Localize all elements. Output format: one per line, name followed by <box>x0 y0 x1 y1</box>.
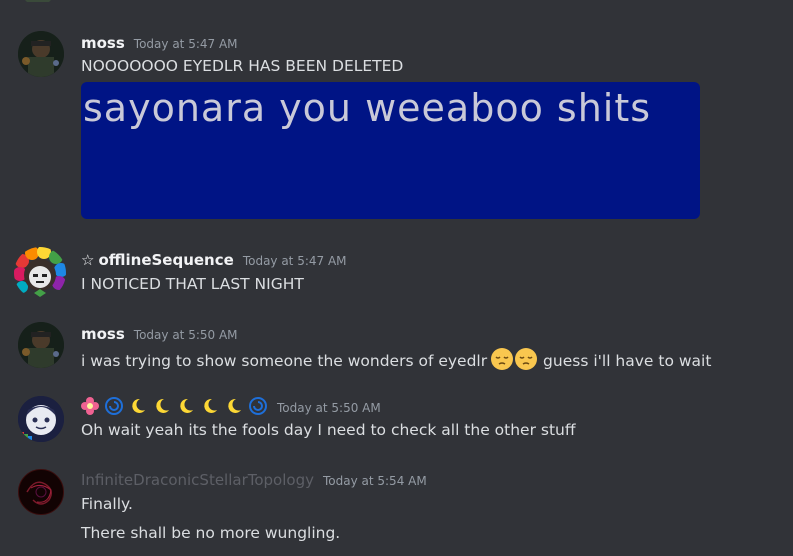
crescent-moon-icon <box>201 397 219 419</box>
previous-message-fragment <box>81 0 793 6</box>
message-text-before: i was trying to show someone the wonders… <box>81 352 488 370</box>
username[interactable]: ☆ offlineSequence <box>81 251 234 269</box>
pensive-face-icon[interactable] <box>514 347 538 375</box>
username[interactable]: moss <box>81 325 125 343</box>
image-embed[interactable]: sayonara you weeaboo shits <box>81 82 700 219</box>
crescent-moon-icon <box>153 397 171 419</box>
username[interactable] <box>81 397 273 419</box>
timestamp[interactable]: Today at 5:50 AM <box>134 328 238 342</box>
message-text: Finally. <box>81 495 133 513</box>
timestamp[interactable]: Today at 5:54 AM <box>323 474 427 488</box>
pensive-face-icon[interactable] <box>490 347 514 375</box>
crescent-moon-icon <box>225 397 243 419</box>
crescent-moon-icon <box>129 397 147 419</box>
message-text: There shall be no more wungling. <box>81 524 341 542</box>
spiral-icon <box>249 397 267 419</box>
avatar[interactable] <box>18 31 64 77</box>
star-outline-icon: ☆ <box>81 251 95 269</box>
message-text: NOOOOOOO EYEDLR HAS BEEN DELETED <box>81 57 404 75</box>
username-text: offlineSequence <box>98 251 234 269</box>
avatar[interactable] <box>18 322 64 368</box>
avatar[interactable] <box>18 396 64 442</box>
embed-caption: sayonara you weeaboo shits <box>83 86 652 130</box>
flower-icon <box>81 397 99 419</box>
timestamp[interactable]: Today at 5:47 AM <box>134 37 238 51</box>
avatar[interactable] <box>14 247 66 299</box>
spiral-icon <box>105 397 123 419</box>
timestamp[interactable]: Today at 5:47 AM <box>243 254 347 268</box>
message-text-after: guess i'll have to wait <box>543 352 712 370</box>
message-text: i was trying to show someone the wonders… <box>81 347 711 375</box>
username[interactable]: moss <box>81 34 125 52</box>
message-text: Oh wait yeah its the fools day I need to… <box>81 421 576 439</box>
username[interactable]: InfiniteDraconicStellarTopology <box>81 471 314 489</box>
crescent-moon-icon <box>177 397 195 419</box>
message-text: I NOTICED THAT LAST NIGHT <box>81 275 304 293</box>
avatar[interactable] <box>22 0 54 2</box>
timestamp[interactable]: Today at 5:50 AM <box>277 401 381 415</box>
avatar[interactable] <box>18 469 64 515</box>
